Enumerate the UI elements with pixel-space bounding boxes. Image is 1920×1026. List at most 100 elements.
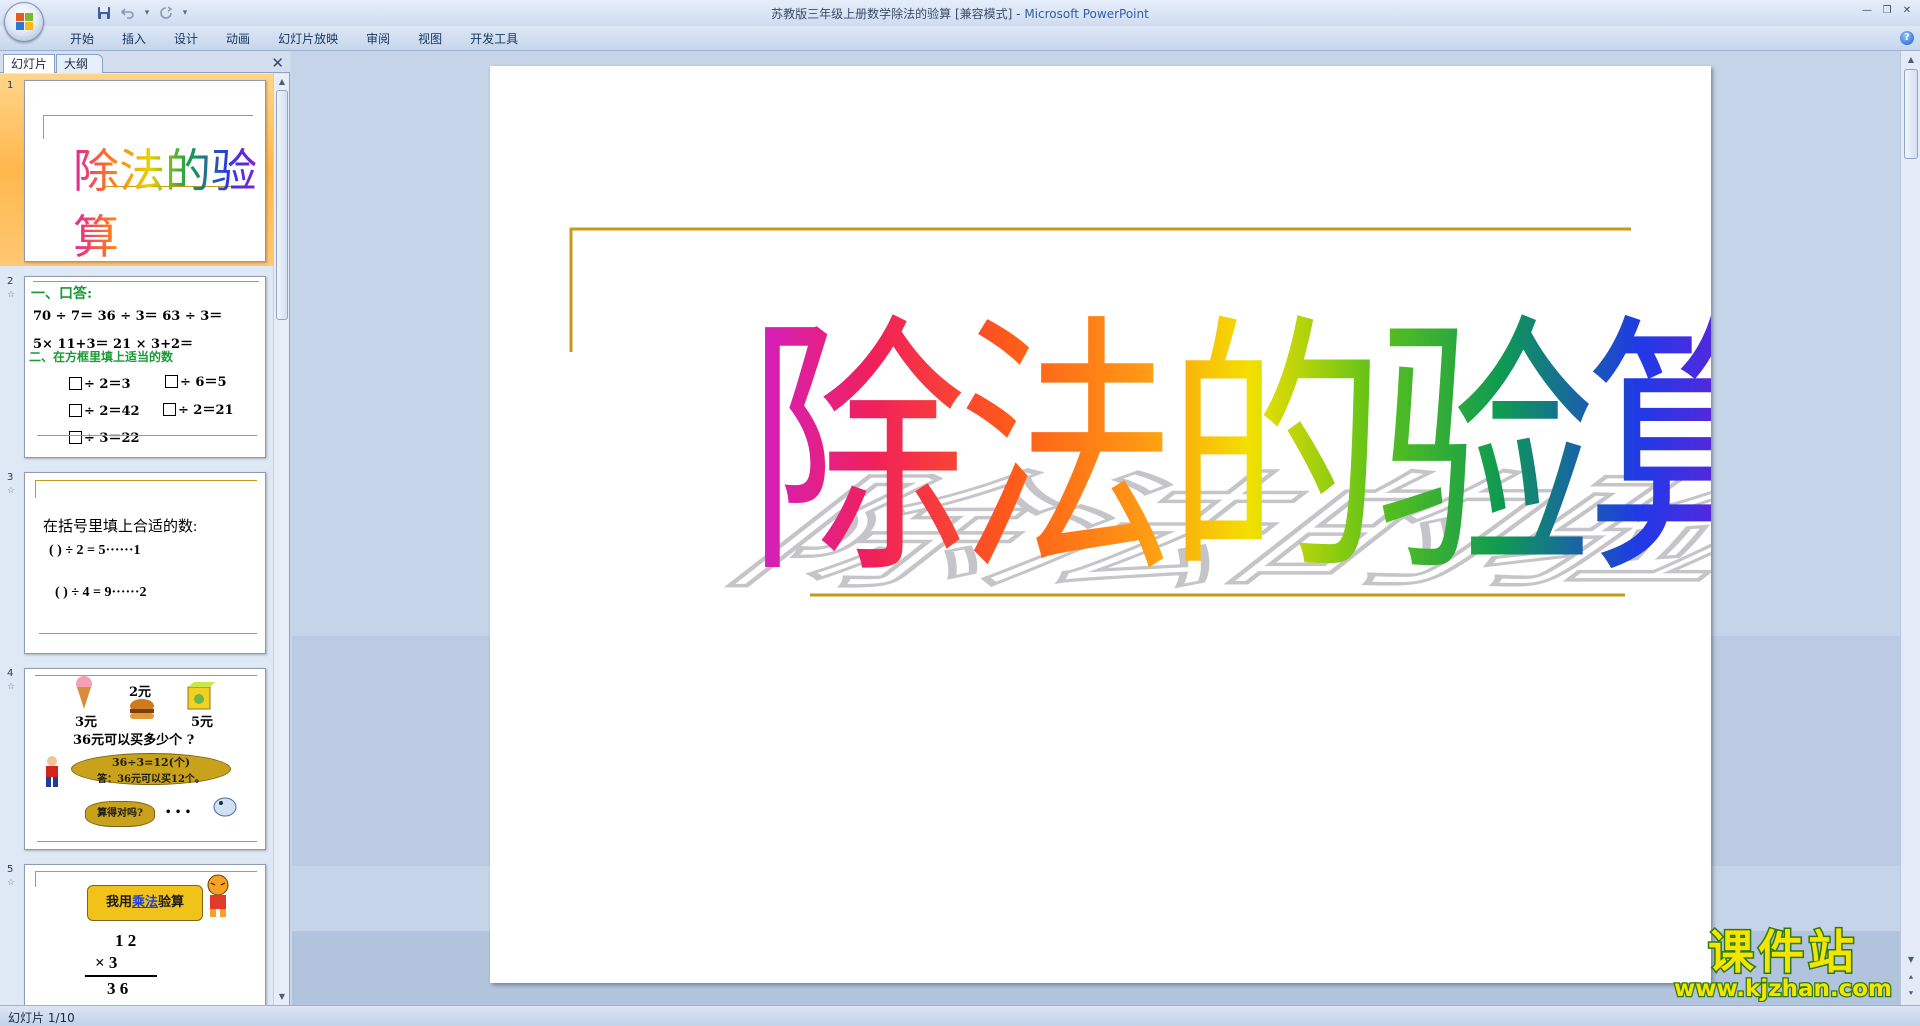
office-logo-icon bbox=[16, 13, 34, 31]
thought-bubble: 算得对吗? bbox=[85, 801, 155, 827]
thumbnail-slide-4[interactable]: 3元 2元 5元 36元可以买多少个 ? 36÷3=12(个) 答：36元可以买… bbox=[24, 668, 266, 850]
thumbnail-row-2[interactable]: 2 ☆ 一、口答: 70 ÷ 7＝ 36 ÷ 3＝ 63 ÷ 3＝ 5× 11+… bbox=[0, 270, 273, 462]
slide-canvas: 除法的验算 除法的验算 bbox=[569, 227, 1711, 611]
thumbnail-text: ÷ 2＝21 bbox=[163, 399, 234, 418]
tab-developer[interactable]: 开发工具 bbox=[456, 30, 532, 48]
tab-slides[interactable]: 幻灯片 bbox=[3, 54, 56, 73]
thumbnail-slide-1[interactable]: 除法的验算 bbox=[24, 80, 266, 262]
juice-box-icon bbox=[187, 682, 215, 710]
watermark-cn: 课件站 bbox=[1708, 925, 1858, 979]
next-slide-icon[interactable]: ⯆ bbox=[1904, 987, 1918, 1001]
equation-row: 1 2 bbox=[115, 931, 137, 950]
accent-line bbox=[43, 115, 44, 139]
price-label: 2元 bbox=[129, 685, 152, 700]
tab-home[interactable]: 开始 bbox=[56, 30, 108, 48]
thumbnail-row-4[interactable]: 4 ☆ 3元 2元 5元 36元可以买多少个 ? 36÷3=12(个) 答：36… bbox=[0, 662, 273, 854]
tiger-icon bbox=[207, 874, 229, 917]
thumbnail-text: ÷ 2＝3 bbox=[69, 373, 131, 392]
animation-icon: ☆ bbox=[7, 290, 16, 300]
tab-outline[interactable]: 大纲 bbox=[56, 54, 104, 73]
bubble-text: 36÷3=12(个) bbox=[111, 756, 191, 769]
slide-title: 除法的验算 bbox=[748, 293, 1711, 611]
scroll-thumb[interactable] bbox=[1904, 69, 1918, 159]
thumbnail-slide-3[interactable]: 在括号里填上合适的数: ( ) ÷ 2 = 5······1 ( ) ÷ 4 =… bbox=[24, 472, 266, 654]
thumbnail-number: 1 bbox=[7, 80, 14, 91]
thumbnail-text: ( ) ÷ 2 = 5······1 bbox=[49, 543, 141, 558]
accent-line bbox=[37, 841, 257, 842]
thumbnail-text: 在括号里填上合适的数: bbox=[43, 519, 198, 535]
animation-icon: ☆ bbox=[7, 682, 16, 692]
scroll-thumb[interactable] bbox=[276, 90, 288, 320]
tab-insert[interactable]: 插入 bbox=[108, 30, 160, 48]
thumbnail-text: 36元可以买多少个 ? bbox=[73, 733, 195, 748]
restore-icon[interactable]: ❐ bbox=[1878, 2, 1896, 18]
slides-pane: 幻灯片 大纲 ✕ 1 除法的验算 2 ☆ 一、口答: 70 ÷ 7＝ 36 ÷ … bbox=[0, 51, 290, 1005]
tab-review[interactable]: 审阅 bbox=[352, 30, 404, 48]
minimize-icon[interactable]: — bbox=[1858, 2, 1876, 18]
thumbnail-number: 5 bbox=[7, 864, 14, 875]
price-label: 5元 bbox=[191, 715, 214, 730]
speech-bubble: 36÷3=12(个) 答：36元可以买12个。 bbox=[71, 753, 231, 785]
window-controls: — ❐ ✕ bbox=[1858, 2, 1916, 18]
office-button[interactable] bbox=[4, 2, 44, 42]
price-label: 3元 bbox=[75, 715, 98, 730]
tab-slideshow[interactable]: 幻灯片放映 bbox=[264, 30, 352, 48]
accent-line bbox=[39, 633, 257, 634]
thumbnail-text: 70 ÷ 7＝ 36 ÷ 3＝ 63 ÷ 3＝ bbox=[33, 309, 223, 324]
scroll-up-icon[interactable]: ▲ bbox=[276, 76, 288, 88]
status-bar: 幻灯片 1/10 bbox=[0, 1005, 1920, 1025]
slide-title-group: 除法的验算 bbox=[748, 293, 1711, 611]
main-scrollbar[interactable]: ▲ ▼ ⯅ ⯆ bbox=[1900, 51, 1920, 1005]
thumbnail-text: ( ) ÷ 4 = 9······2 bbox=[55, 585, 147, 600]
thumbnail-row-5[interactable]: 5 ☆ 我用乘法验算 1 2 × 3 3 6 bbox=[0, 858, 273, 1005]
accent-line bbox=[35, 675, 257, 676]
accent-line bbox=[35, 871, 36, 887]
watermark-logo: 课件站 www.kjzhan.com bbox=[1673, 924, 1893, 1003]
bird-icon bbox=[213, 797, 237, 817]
speech-bubble: 我用乘法验算 bbox=[87, 885, 203, 921]
accent-line bbox=[43, 115, 253, 116]
current-slide[interactable]: 除法的验算 除法的验算 bbox=[490, 66, 1711, 983]
pane-tabs: 幻灯片 大纲 ✕ bbox=[0, 51, 290, 73]
thumbnail-number: 3 bbox=[7, 472, 14, 483]
watermark-url: www.kjzhan.com bbox=[1674, 976, 1892, 1002]
previous-slide-icon[interactable]: ⯅ bbox=[1904, 971, 1918, 985]
thumbnail-slide-2[interactable]: 一、口答: 70 ÷ 7＝ 36 ÷ 3＝ 63 ÷ 3＝ 5× 11+3＝ 2… bbox=[24, 276, 266, 458]
thumbnail-number: 4 bbox=[7, 668, 14, 679]
thumbnail-row-3[interactable]: 3 ☆ 在括号里填上合适的数: ( ) ÷ 2 = 5······1 ( ) ÷… bbox=[0, 466, 273, 658]
scroll-up-icon[interactable]: ▲ bbox=[1904, 53, 1918, 67]
accent-line bbox=[35, 480, 36, 498]
thumbnail-title: 除法的验算 bbox=[73, 135, 265, 261]
slide-editing-area: 除法的验算 除法的验算 bbox=[292, 51, 1900, 1005]
thumbnail-text: ÷ 2＝42 bbox=[69, 400, 140, 419]
ribbon-tabs: 开始 插入 设计 动画 幻灯片放映 审阅 视图 开发工具 bbox=[56, 30, 532, 48]
scroll-down-icon[interactable]: ▼ bbox=[276, 991, 288, 1003]
scroll-down-icon[interactable]: ▼ bbox=[1904, 953, 1918, 967]
window-title: 苏教版三年级上册数学除法的验算 [兼容模式] - Microsoft Power… bbox=[771, 7, 1149, 21]
tab-animations[interactable]: 动画 bbox=[212, 30, 264, 48]
thumbnail-row-1[interactable]: 1 除法的验算 bbox=[0, 74, 273, 266]
thumbnail-heading: 二、在方框里填上适当的数 bbox=[29, 350, 174, 364]
thumbnail-list: 1 除法的验算 2 ☆ 一、口答: 70 ÷ 7＝ 36 ÷ 3＝ 63 ÷ 3… bbox=[0, 74, 273, 1005]
thumbnail-text: ÷ 6＝5 bbox=[165, 371, 227, 390]
thumbnail-slide-5[interactable]: 我用乘法验算 1 2 × 3 3 6 bbox=[24, 864, 266, 1005]
thumbnail-scrollbar[interactable]: ▲ ▼ bbox=[273, 74, 289, 1005]
pane-close-icon[interactable]: ✕ bbox=[271, 54, 284, 72]
tab-design[interactable]: 设计 bbox=[160, 30, 212, 48]
burger-icon bbox=[130, 699, 154, 719]
animation-icon: ☆ bbox=[7, 878, 16, 888]
thumbnail-heading: 一、口答: bbox=[31, 286, 93, 302]
ice-cream-icon bbox=[76, 676, 92, 709]
equation-row: × 3 bbox=[95, 953, 118, 972]
tab-view[interactable]: 视图 bbox=[404, 30, 456, 48]
accent-line bbox=[33, 281, 259, 282]
close-icon[interactable]: ✕ bbox=[1898, 2, 1916, 18]
accent-line bbox=[35, 871, 257, 872]
accent-line bbox=[37, 435, 257, 436]
title-bar: ▾ ▾ 苏教版三年级上册数学除法的验算 [兼容模式] - Microsoft P… bbox=[0, 0, 1920, 26]
equation-divider bbox=[85, 975, 157, 977]
help-icon[interactable]: ? bbox=[1900, 31, 1914, 45]
animation-icon: ☆ bbox=[7, 486, 16, 496]
thumbnail-number: 2 bbox=[7, 276, 14, 287]
child-figure-icon bbox=[46, 756, 58, 787]
